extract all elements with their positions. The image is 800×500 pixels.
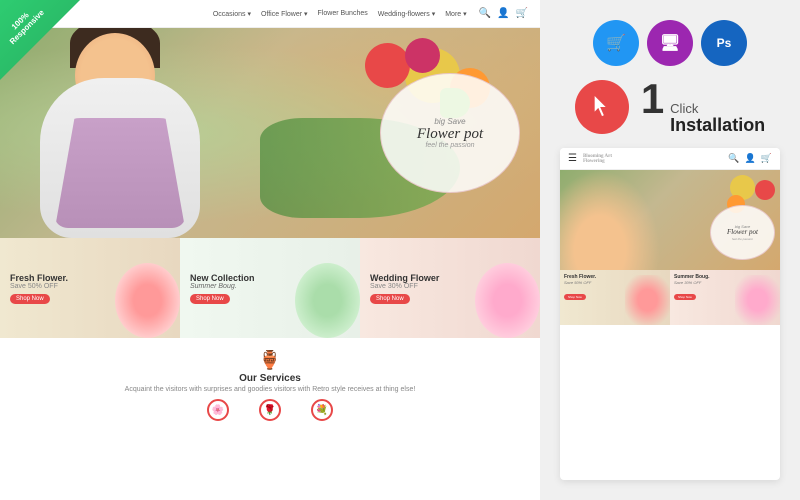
shop-now-btn-2[interactable]: Shop Now [190,294,230,304]
right-panel: 🛒 🖥 Ps 1 Click Installation ☰ [540,0,800,500]
hero-main-text: Flower pot [417,126,483,143]
cart-platform-icon: 🛒 [593,20,639,66]
mobile-preview: ☰ Blooming Art Flowering 🔍 👤 🛒 big Save … [560,148,780,480]
services-main-icon: 🏺 [20,350,520,371]
click-text-group: 1 Click Installation [641,78,765,136]
mobile-product-img-1 [625,275,670,325]
services-icons-row: 🌸 🌹 💐 [20,399,520,421]
person-apron [55,118,185,228]
product-flower-2 [290,248,360,338]
service-icon-1: 🌸 [207,399,229,421]
flower-blob-3 [475,263,540,338]
search-icon[interactable]: 🔍 [479,8,491,19]
flower-blob-1 [115,263,180,338]
mobile-hero-pot: Flower pot [727,229,758,237]
service-icon-2: 🌹 [259,399,281,421]
mobile-product-tag-1: Save 50% OFF [564,280,596,285]
click-word: Click [670,102,765,116]
services-desc: Acquaint the visitors with surprises and… [20,386,520,393]
click-button-icon [575,80,629,134]
mobile-hero-feel: feel the passion [732,237,753,241]
mobile-shop-btn-1[interactable]: Shop Now [564,294,586,300]
mobile-product-text-2: Summer Boug. Save 30% OFF Shop Now [674,274,710,303]
nav-item-occasions[interactable]: Occasions ▾ [213,10,251,18]
monitor-platform-icon: 🖥 [647,20,693,66]
responsive-badge: 100% Responsive [0,0,80,80]
hero-save-text: big Save [434,117,465,126]
mobile-search-icon[interactable]: 🔍 [728,153,739,164]
mobile-flower-2 [755,180,775,200]
mobile-products: Fresh Flower. Save 50% OFF Shop Now Summ… [560,270,780,325]
flower-pink [405,38,440,73]
ps-label: Ps [717,36,732,50]
hamburger-icon[interactable]: ☰ [568,153,577,164]
mobile-logo: Blooming Art Flowering [583,154,612,164]
mobile-icons: 🔍 👤 🛒 [728,153,772,164]
mobile-product-2: Summer Boug. Save 30% OFF Shop Now [670,270,780,325]
flower-red [365,43,410,88]
platform-icons: 🛒 🖥 Ps [593,20,747,66]
mobile-hero-textbox: big Save Flower pot feel the passion [710,205,775,260]
mobile-logo-brand: Blooming Art [583,154,612,159]
click-label: Click Installation [670,102,765,136]
nav-links: Occasions ▾ Office Flower ▾ Flower Bunch… [213,10,467,18]
installation-word: Installation [670,116,765,136]
nav-item-wedding[interactable]: Wedding-flowers ▾ [378,10,435,18]
click-number: 1 [641,78,664,120]
mobile-product-1: Fresh Flower. Save 50% OFF Shop Now [560,270,670,325]
services-title: Our Services [20,373,520,384]
mobile-nav: ☰ Blooming Art Flowering 🔍 👤 🛒 [560,148,780,170]
product-card-1: Fresh Flower. Save 50% OFF Shop Now [0,238,180,338]
click-installation: 1 Click Installation [575,78,765,136]
mobile-hero: big Save Flower pot feel the passion [560,170,780,270]
mobile-account-icon[interactable]: 👤 [745,153,756,164]
hero-section: big Save Flower pot feel the passion [0,28,540,238]
product-card-2: New Collection Summer Boug. Shop Now [180,238,360,338]
product-card-3: Wedding Flower Save 30% OFF Shop Now [360,238,540,338]
mobile-product-text-1: Fresh Flower. Save 50% OFF Shop Now [564,274,596,303]
cart-icon[interactable]: 🛒 [516,8,528,19]
service-item-1: 🌸 [207,399,229,421]
product-flower-3 [470,248,540,338]
flower-blob-2 [295,263,360,338]
mobile-shop-btn-2[interactable]: Shop Now [674,294,696,300]
nav-icons: 🔍 👤 🛒 [479,8,528,19]
services-section: 🏺 Our Services Acquaint the visitors wit… [0,338,540,418]
nav-item-more[interactable]: More ▾ [445,10,466,18]
shop-now-btn-3[interactable]: Shop Now [370,294,410,304]
account-icon[interactable]: 👤 [497,8,509,19]
mobile-logo-name: Flowering [583,159,612,164]
mobile-hero-person [560,170,660,270]
mobile-product-tag-2: Save 30% OFF [674,280,710,285]
service-icon-3: 💐 [311,399,333,421]
product-row: Fresh Flower. Save 50% OFF Shop Now New … [0,238,540,338]
service-item-3: 💐 [311,399,333,421]
nav-item-office[interactable]: Office Flower ▾ [261,10,308,18]
product-flower-1 [110,248,180,338]
ps-platform-icon: Ps [701,20,747,66]
mobile-product-img-2 [735,275,780,325]
shop-now-btn-1[interactable]: Shop Now [10,294,50,304]
nav-item-bunches[interactable]: Flower Bunches [318,10,368,18]
mobile-cart-icon[interactable]: 🛒 [761,153,772,164]
site-nav: Blooming Art Flowering Occasions ▾ Offic… [0,0,540,28]
website-preview-panel: 100% Responsive Blooming Art Flowering O… [0,0,540,500]
hero-sub-text: feel the passion [425,142,474,149]
hero-text-box: big Save Flower pot feel the passion [380,73,520,193]
cursor-icon [591,96,613,118]
service-item-2: 🌹 [259,399,281,421]
